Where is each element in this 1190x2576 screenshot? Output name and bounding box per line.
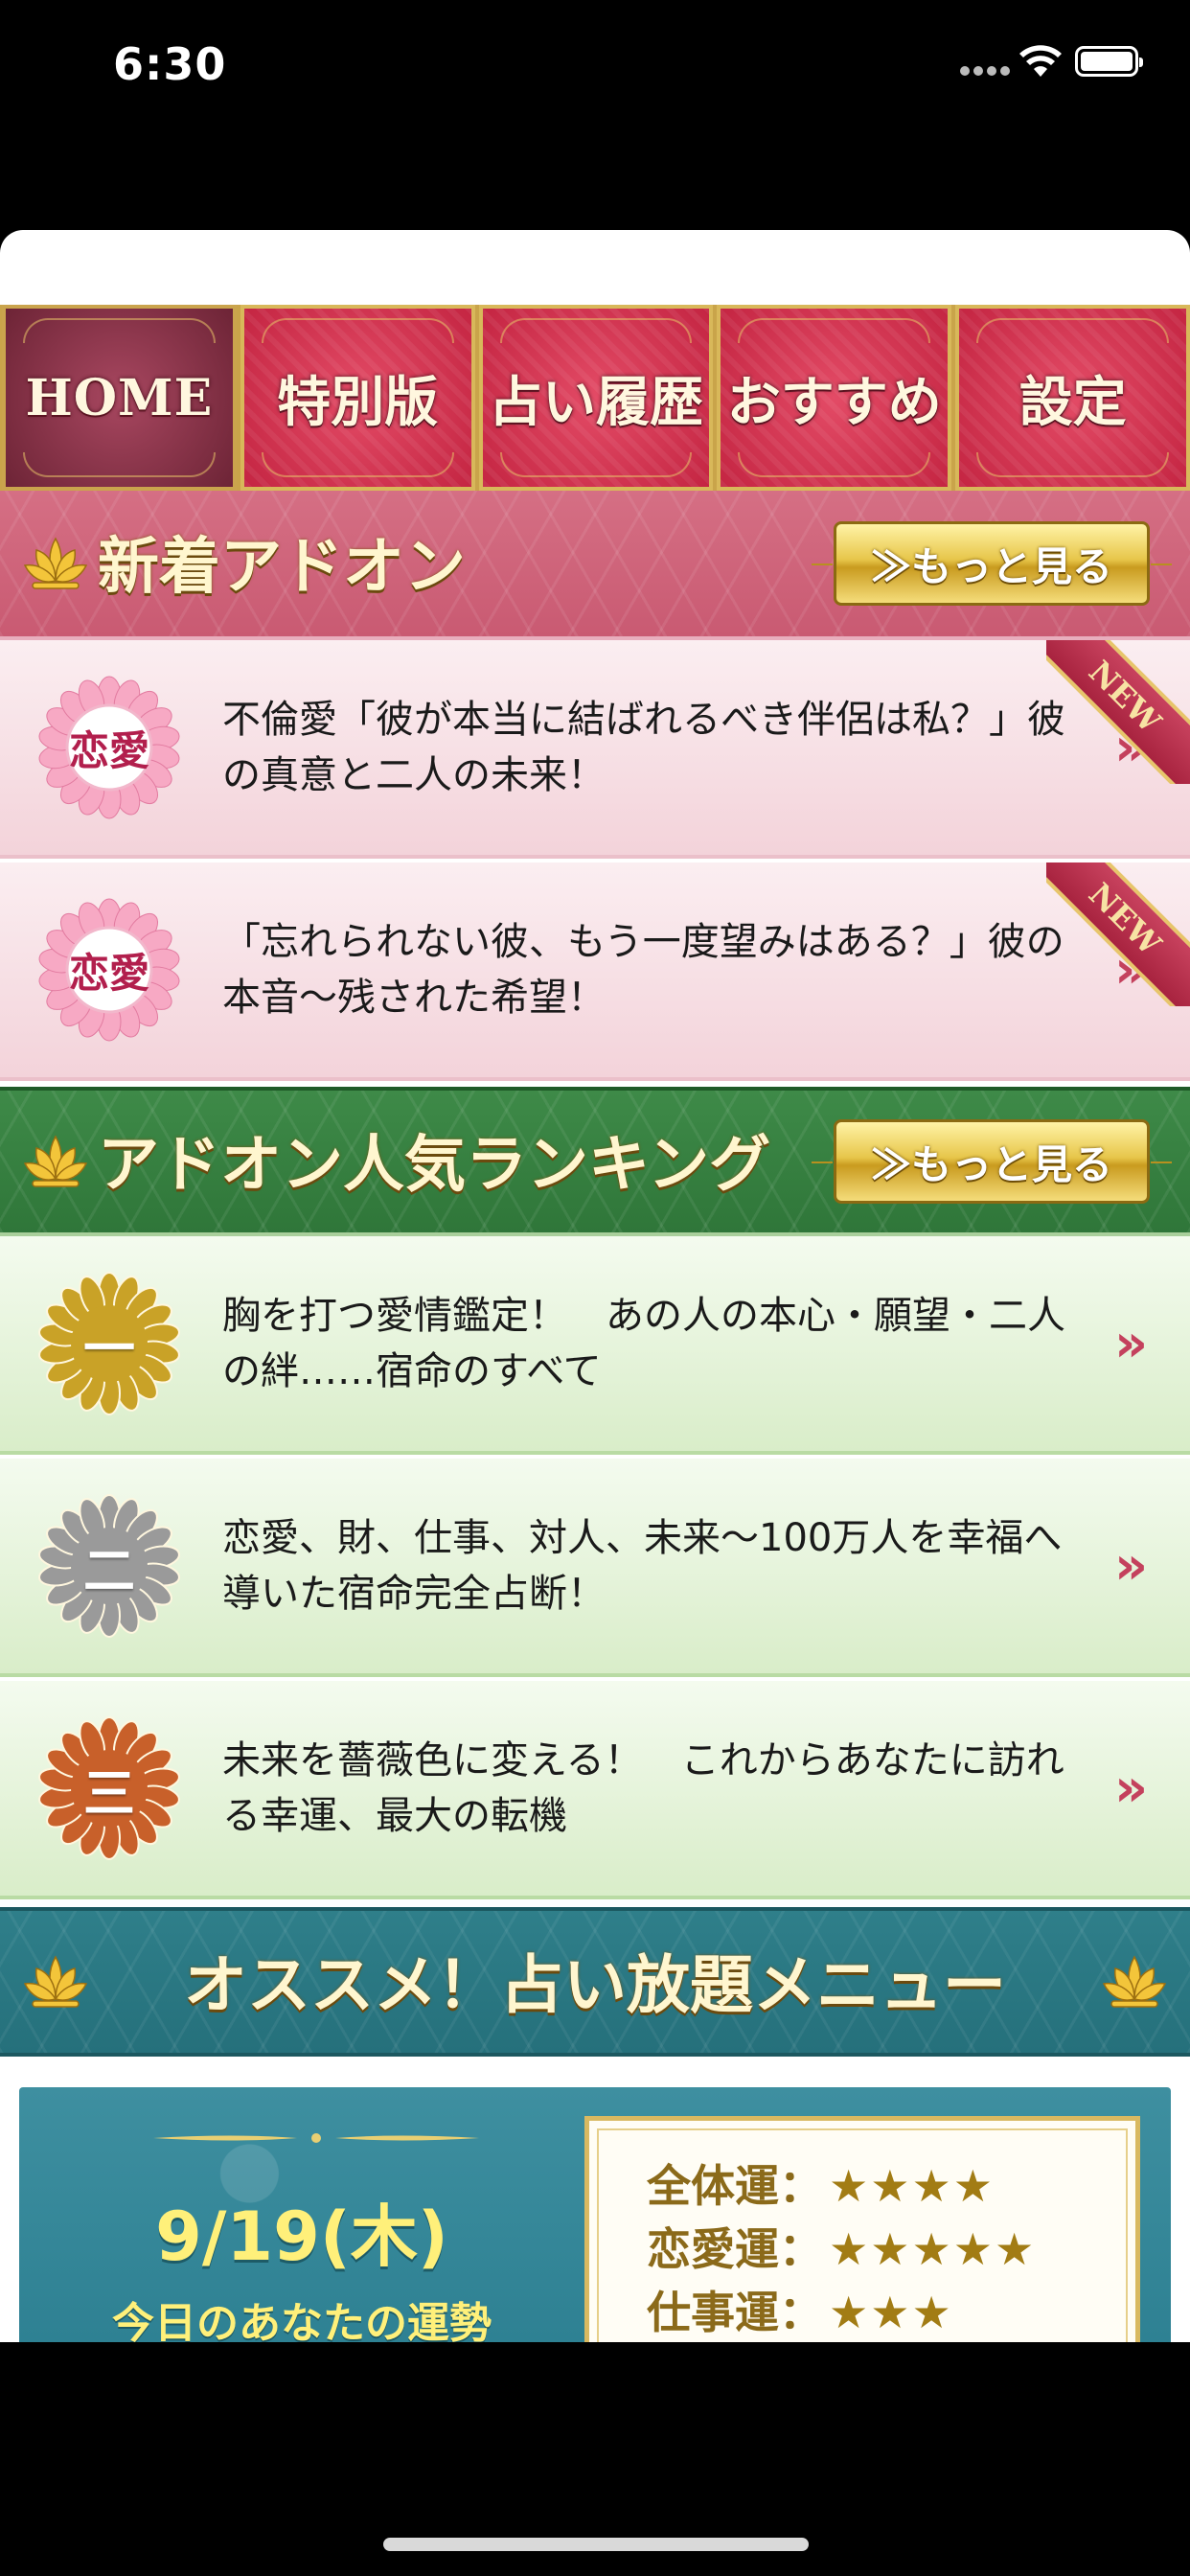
tab-bar: HOME 特別版 占い履歴 おすすめ 設定: [0, 305, 1190, 491]
rank-1-badge-icon: 一: [36, 1271, 182, 1416]
star-rating: ★★★★: [829, 2160, 995, 2212]
luck-label: 仕事運：: [647, 2287, 823, 2338]
tab-settings[interactable]: 設定: [955, 305, 1190, 491]
lotus-icon: [23, 1135, 88, 1187]
new-ribbon: NEW: [1046, 862, 1190, 1006]
new-addon-item[interactable]: 恋愛 不倫愛「彼が本当に結ばれるべき伴侶は私？」彼の真意と二人の未来！ » NE…: [0, 640, 1190, 859]
new-addons-more-button[interactable]: ≫もっと見る: [812, 521, 1172, 606]
star-rating: ★★★: [829, 2287, 953, 2338]
work-luck: 仕事運： ★★★: [647, 2278, 953, 2341]
ornament-divider: [153, 2133, 479, 2143]
status-icons: [922, 38, 1190, 86]
fortune-date: 9/19(木): [155, 2197, 448, 2276]
unlimited-menu-header[interactable]: オススメ！占い放題メニュー: [0, 1907, 1190, 2057]
tab-label: 占い履歴: [488, 370, 703, 434]
luck-label: 全体運：: [647, 2160, 823, 2212]
love-luck: 恋愛運： ★★★★★: [647, 2215, 1036, 2278]
chevron-right-icon: »: [1114, 1313, 1148, 1373]
lotus-icon: [23, 537, 88, 589]
luck-panel: 全体運： ★★★★ 恋愛運： ★★★★★ 仕事運： ★★★: [584, 2116, 1140, 2342]
item-text: 未来を薔薇色に変える！ これからあなたに訪れる幸運、最大の転機: [222, 1738, 1064, 1838]
status-time: 6:30: [113, 38, 227, 90]
new-label: NEW: [1046, 862, 1190, 1006]
ranking-item[interactable]: 一 胸を打つ愛情鑑定！ あの人の本心・願望・二人の絆……宿命のすべて »: [0, 1236, 1190, 1455]
battery-icon: [1075, 46, 1143, 77]
fortune-subtitle: 今日のあなたの運勢: [112, 2299, 492, 2342]
star-rating: ★★★★★: [829, 2223, 1037, 2275]
badge-label: 恋愛: [68, 726, 149, 774]
item-text: 胸を打つ愛情鑑定！ あの人の本心・願望・二人の絆……宿命のすべて: [222, 1294, 1065, 1393]
tab-label: HOME: [25, 368, 214, 427]
chevron-right-icon: »: [1114, 1758, 1148, 1818]
chevron-right-icon: »: [1114, 1535, 1148, 1596]
status-bar: 6:30: [0, 0, 1190, 134]
tab-history[interactable]: 占い履歴: [478, 305, 714, 491]
signal-icon: [960, 61, 1018, 76]
tab-label: おすすめ: [726, 370, 942, 434]
rank-label: 一: [83, 1317, 135, 1379]
luck-label: 恋愛運：: [647, 2223, 823, 2275]
today-fortune-card[interactable]: 9/19(木) 今日のあなたの運勢 全体運： ★★★★ 恋愛運： ★★★★★ 仕事運…: [19, 2087, 1171, 2342]
rank-3-badge-icon: 三: [36, 1715, 182, 1861]
ranking-more-button[interactable]: ≫もっと見る: [812, 1119, 1172, 1204]
item-text: 「忘れられない彼、もう一度望みはある？」彼の本音〜残された希望！: [222, 920, 1064, 1020]
app-content: HOME 特別版 占い履歴 おすすめ 設定 新着アドオン ≫もっと見る 恋愛 不…: [0, 230, 1190, 2342]
new-label: NEW: [1046, 640, 1190, 784]
tab-label: 設定: [1018, 370, 1127, 434]
home-indicator[interactable]: [383, 2538, 809, 2551]
love-badge-icon: 恋愛: [36, 897, 182, 1043]
lotus-icon: [1102, 1955, 1167, 2008]
wifi-icon: [1019, 45, 1062, 77]
tab-label: 特別版: [277, 370, 439, 434]
section-title: 新着アドオン: [98, 531, 466, 604]
rank-2-badge-icon: 二: [36, 1493, 182, 1639]
item-text: 恋愛、財、仕事、対人、未来〜100万人を幸福へ導いた宿命完全占断！: [222, 1516, 1063, 1616]
new-ribbon: NEW: [1046, 640, 1190, 784]
love-badge-icon: 恋愛: [36, 675, 182, 820]
new-addons-header: 新着アドオン ≫もっと見る: [0, 491, 1190, 640]
tab-recommended[interactable]: おすすめ: [717, 305, 952, 491]
tab-special-edition[interactable]: 特別版: [240, 305, 475, 491]
new-addon-item[interactable]: 恋愛 「忘れられない彼、もう一度望みはある？」彼の本音〜残された希望！ » NE…: [0, 862, 1190, 1081]
ranking-item[interactable]: 三 未来を薔薇色に変える！ これからあなたに訪れる幸運、最大の転機 »: [0, 1681, 1190, 1899]
ranking-header: アドオン人気ランキング ≫もっと見る: [0, 1087, 1190, 1236]
item-text: 不倫愛「彼が本当に結ばれるべき伴侶は私？」彼の真意と二人の未来！: [222, 698, 1065, 797]
ranking-item[interactable]: 二 恋愛、財、仕事、対人、未来〜100万人を幸福へ導いた宿命完全占断！ »: [0, 1459, 1190, 1677]
rank-label: 三: [83, 1761, 135, 1824]
rank-label: 二: [83, 1539, 135, 1601]
overall-luck: 全体運： ★★★★: [647, 2151, 995, 2215]
section-title: オススメ！占い放題メニュー: [184, 1947, 1006, 2023]
section-title: アドオン人気ランキング: [98, 1129, 771, 1202]
badge-label: 恋愛: [68, 949, 149, 997]
tab-home[interactable]: HOME: [2, 305, 237, 491]
